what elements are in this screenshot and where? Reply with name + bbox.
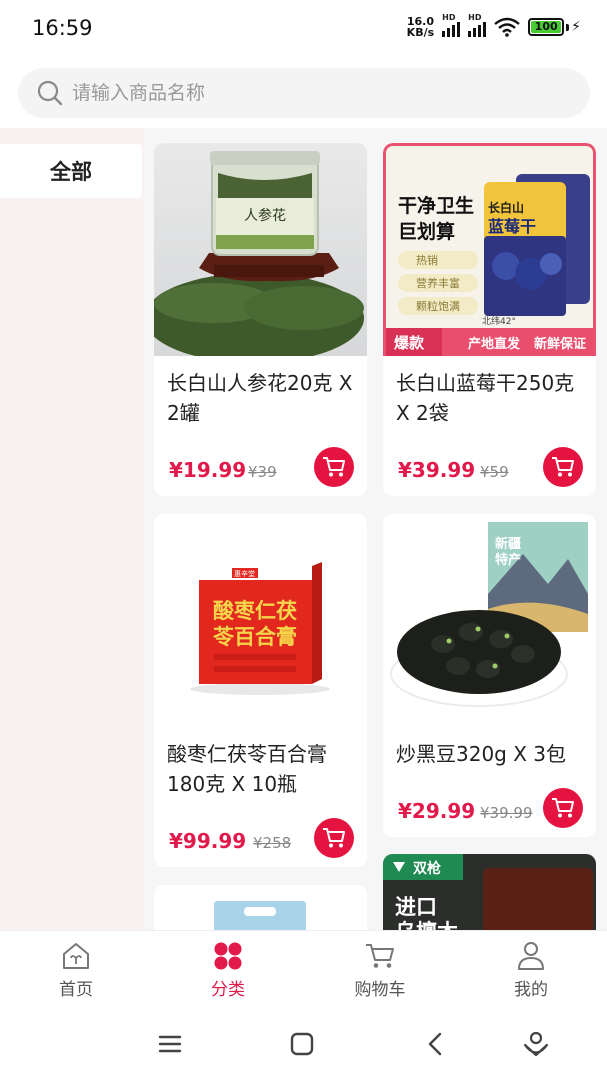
price-row: ¥99.99 ¥258 bbox=[154, 813, 367, 867]
blackbean-tag-1: 新疆 bbox=[495, 536, 521, 552]
signal-icon: HD bbox=[442, 13, 461, 37]
product-title: 长白山人参花20克 X 2罐 bbox=[167, 371, 353, 425]
product-card[interactable]: 双枪 进口乌檀木 bbox=[383, 854, 596, 930]
product-image bbox=[154, 885, 367, 930]
nav-label: 购物车 bbox=[354, 980, 406, 1000]
search-input[interactable] bbox=[72, 82, 552, 104]
product-card[interactable]: 新疆 特产 炒黑豆320g X 3包 ¥29.99 ¥39.99 bbox=[383, 514, 596, 837]
wifi-icon bbox=[494, 17, 520, 37]
square-icon bbox=[290, 1032, 314, 1056]
cart-icon bbox=[552, 798, 574, 818]
bottom-nav: 首页 分类 购物车 我的 bbox=[0, 930, 607, 1006]
back-button[interactable] bbox=[419, 1028, 451, 1060]
partial-product-text: 进口乌檀木 bbox=[395, 895, 459, 930]
nav-cart[interactable]: 购物车 bbox=[330, 941, 430, 1000]
product-image: 人参花 bbox=[154, 143, 367, 356]
product-price: ¥19.99 bbox=[169, 458, 247, 482]
nav-label: 首页 bbox=[59, 980, 93, 1000]
product-price: ¥39.99 bbox=[398, 458, 476, 482]
blueberry-pack-text-1: 长白山 bbox=[488, 200, 524, 215]
product-card[interactable]: 人参花 长白山人参花20克 X 2罐 ¥19.99 ¥39 bbox=[154, 143, 367, 496]
home-icon bbox=[63, 943, 89, 969]
blueberry-tag-3: 颗粒饱满 bbox=[416, 299, 460, 313]
suanzaoren-box-title-2: 苓百合膏 bbox=[212, 624, 297, 649]
blueberry-banner-1: 产地直发 bbox=[468, 336, 521, 352]
network-speed: 16.0 KB/s bbox=[406, 15, 435, 39]
price-row: ¥39.99 ¥59 bbox=[383, 442, 596, 496]
battery-icon: 100 ⚡ bbox=[528, 18, 581, 36]
original-price: ¥59 bbox=[480, 463, 509, 481]
status-time: 16:59 bbox=[32, 16, 93, 40]
add-to-cart-button[interactable] bbox=[314, 818, 354, 858]
nav-label: 我的 bbox=[514, 980, 548, 1000]
blackbean-tag-2: 特产 bbox=[495, 552, 521, 568]
menu-icon bbox=[158, 1035, 182, 1053]
product-title: 长白山蓝莓干250克 X 2袋 bbox=[396, 371, 575, 425]
search-bar[interactable] bbox=[18, 68, 590, 118]
menu-button[interactable] bbox=[154, 1028, 186, 1060]
product-title: 酸枣仁茯苓百合膏180克 X 10瓶 bbox=[167, 742, 327, 796]
product-title: 炒黑豆320g X 3包 bbox=[396, 742, 567, 766]
product-image: 干净卫生 巨划算 热销 营养丰富 颗粒饱满 长白山 蓝莓干 北纬42° 爆款 产… bbox=[383, 143, 596, 356]
system-nav-bar bbox=[0, 1006, 607, 1080]
original-price: ¥39 bbox=[248, 463, 277, 481]
status-bar: 16:59 16.0 KB/s HD HD 100 ⚡ bbox=[0, 0, 607, 58]
blueberry-tag-2: 营养丰富 bbox=[416, 276, 460, 290]
product-card[interactable]: 惠辛堂 酸枣仁茯 苓百合膏 酸枣仁茯苓百合膏180克 X 10瓶 ¥99.99 … bbox=[154, 514, 367, 867]
nav-label: 分类 bbox=[211, 980, 245, 1000]
product-card[interactable] bbox=[154, 885, 367, 930]
price-row: ¥19.99 ¥39 bbox=[154, 442, 367, 496]
blueberry-headline-2: 巨划算 bbox=[398, 220, 455, 243]
blueberry-latitude: 北纬42° bbox=[482, 315, 516, 327]
blueberry-pack-text-2: 蓝莓干 bbox=[488, 217, 536, 236]
assistant-button[interactable] bbox=[520, 1028, 552, 1060]
profile-icon bbox=[518, 942, 544, 970]
product-price: ¥99.99 bbox=[169, 829, 247, 853]
blueberry-hot-badge: 爆款 bbox=[394, 334, 425, 352]
product-grid: 人参花 长白山人参花20克 X 2罐 ¥19.99 ¥39 干净卫生 巨划算 热… bbox=[154, 143, 596, 930]
add-to-cart-button[interactable] bbox=[543, 788, 583, 828]
price-row: ¥29.99 ¥39.99 bbox=[383, 783, 596, 837]
status-icons: 16.0 KB/s HD HD 100 ⚡ bbox=[406, 13, 581, 39]
sidebar-item-all[interactable]: 全部 bbox=[0, 144, 142, 198]
add-to-cart-button[interactable] bbox=[543, 447, 583, 487]
charging-icon: ⚡ bbox=[571, 19, 581, 35]
nav-category[interactable]: 分类 bbox=[178, 941, 278, 1000]
partial-brand-label: 双枪 bbox=[413, 860, 441, 877]
cart-icon bbox=[366, 944, 394, 968]
nav-home[interactable]: 首页 bbox=[26, 941, 126, 1000]
product-image: 新疆 特产 bbox=[383, 514, 596, 727]
product-price: ¥29.99 bbox=[398, 799, 476, 823]
assistant-icon bbox=[523, 1031, 549, 1057]
product-card[interactable]: 干净卫生 巨划算 热销 营养丰富 颗粒饱满 长白山 蓝莓干 北纬42° 爆款 产… bbox=[383, 143, 596, 496]
home-button[interactable] bbox=[286, 1028, 318, 1060]
cart-icon bbox=[552, 457, 574, 477]
cart-icon bbox=[323, 828, 345, 848]
blueberry-tag-1: 热销 bbox=[416, 253, 438, 267]
back-icon bbox=[428, 1032, 442, 1056]
product-image: 惠辛堂 酸枣仁茯 苓百合膏 bbox=[154, 514, 367, 727]
category-sidebar: 全部 bbox=[0, 128, 144, 930]
add-to-cart-button[interactable] bbox=[314, 447, 354, 487]
nav-profile[interactable]: 我的 bbox=[481, 941, 581, 1000]
cart-icon bbox=[323, 457, 345, 477]
suanzaoren-brand: 惠辛堂 bbox=[234, 569, 255, 578]
ginseng-jar-label: 人参花 bbox=[244, 207, 286, 224]
blueberry-banner-2: 新鲜保证 bbox=[534, 336, 586, 352]
signal-icon-2: HD bbox=[468, 13, 487, 37]
category-icon bbox=[214, 942, 242, 970]
original-price: ¥39.99 bbox=[480, 804, 533, 822]
original-price: ¥258 bbox=[253, 834, 292, 852]
product-image: 双枪 进口乌檀木 bbox=[383, 854, 596, 930]
suanzaoren-box-title-1: 酸枣仁茯 bbox=[213, 598, 297, 623]
search-icon bbox=[37, 80, 63, 106]
blueberry-headline-1: 干净卫生 bbox=[398, 194, 474, 217]
